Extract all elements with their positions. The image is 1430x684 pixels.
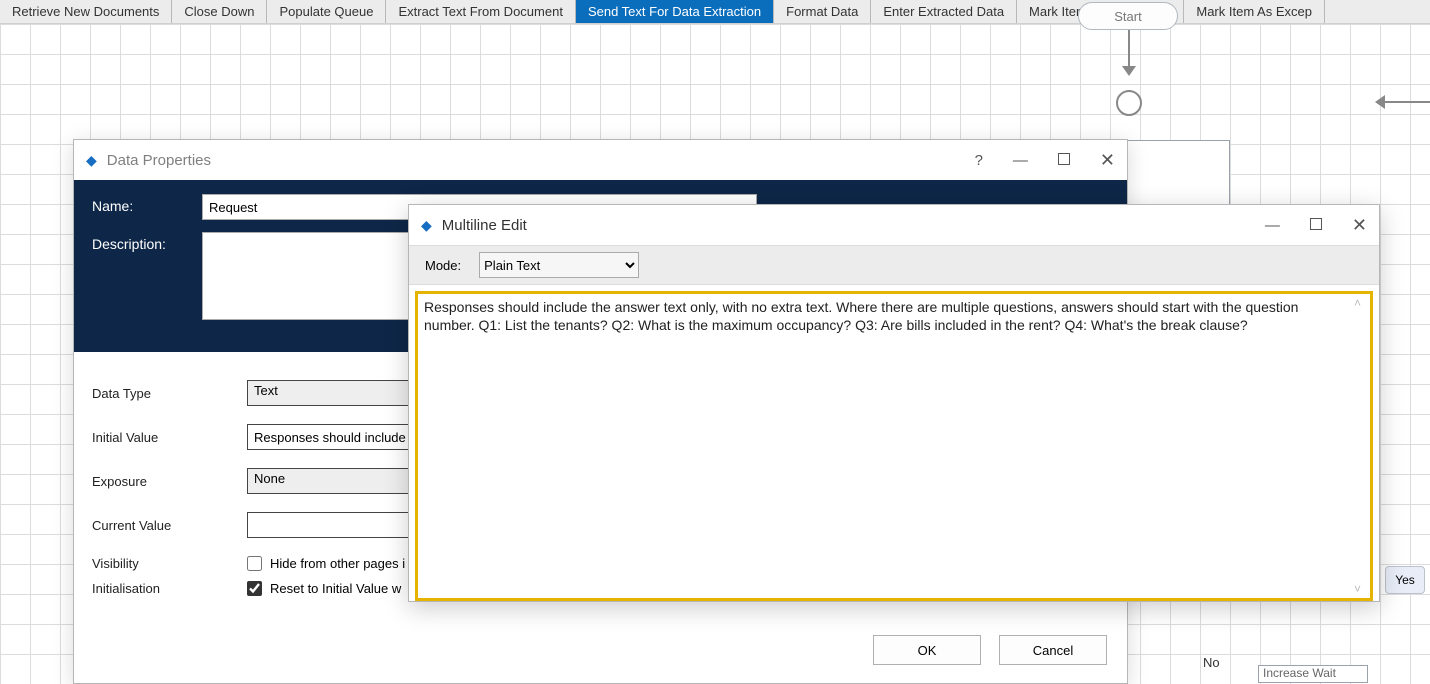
flow-yes-label[interactable]: Yes [1385, 566, 1425, 594]
tab-close-down[interactable]: Close Down [172, 0, 267, 23]
flow-connector [1128, 30, 1130, 70]
minimize-button[interactable]: — [1013, 152, 1028, 169]
tab-retrieve-new-documents[interactable]: Retrieve New Documents [0, 0, 172, 23]
app-icon: ◆ [86, 152, 97, 169]
help-button[interactable]: ? [975, 152, 983, 169]
tab-populate-queue[interactable]: Populate Queue [267, 0, 386, 23]
hide-from-other-pages-text: Hide from other pages i [270, 556, 405, 571]
initialisation-label: Initialisation [92, 581, 247, 596]
visibility-label: Visibility [92, 556, 247, 571]
exposure-label: Exposure [92, 474, 247, 489]
multiline-edit-toolbar: Mode: Plain Text [409, 245, 1379, 285]
datatype-label: Data Type [92, 386, 247, 401]
multiline-edit-area-wrapper: Responses should include the answer text… [415, 291, 1373, 601]
multiline-edit-dialog: ◆ Multiline Edit — ✕ Mode: Plain Text Re… [408, 204, 1380, 602]
close-button[interactable]: ✕ [1352, 219, 1367, 231]
mode-label: Mode: [425, 258, 461, 273]
dialog-title: Data Properties [107, 152, 211, 169]
flow-connector [1380, 101, 1430, 103]
initial-value-label: Initial Value [92, 430, 247, 445]
flow-start-node[interactable]: Start [1078, 2, 1178, 30]
description-label: Description: [92, 232, 202, 252]
tab-format-data[interactable]: Format Data [774, 0, 871, 23]
flow-increase-wait-node[interactable]: Increase Wait [1258, 665, 1368, 683]
close-button[interactable]: ✕ [1100, 154, 1115, 166]
tab-mark-item-as-exception[interactable]: Mark Item As Excep [1184, 0, 1325, 23]
maximize-button[interactable] [1310, 217, 1322, 234]
tab-enter-extracted-data[interactable]: Enter Extracted Data [871, 0, 1017, 23]
page-tab-strip: Retrieve New Documents Close Down Popula… [0, 0, 1430, 24]
flow-anchor-node[interactable] [1116, 90, 1142, 116]
tab-send-text-for-data-extraction[interactable]: Send Text For Data Extraction [576, 0, 774, 23]
flow-no-label: No [1203, 655, 1220, 670]
tab-extract-text-from-document[interactable]: Extract Text From Document [386, 0, 575, 23]
ok-button[interactable]: OK [873, 635, 981, 665]
mode-select[interactable]: Plain Text [479, 252, 639, 278]
hide-from-other-pages-checkbox[interactable] [247, 556, 262, 571]
flow-arrowhead-icon [1375, 95, 1385, 109]
maximize-button[interactable] [1058, 152, 1070, 169]
current-value-label: Current Value [92, 518, 247, 533]
multiline-text-area[interactable]: Responses should include the answer text… [418, 294, 1370, 598]
flow-arrowhead-icon [1122, 66, 1136, 76]
app-icon: ◆ [421, 217, 432, 234]
dialog-title: Multiline Edit [442, 217, 527, 234]
cancel-button[interactable]: Cancel [999, 635, 1107, 665]
reset-to-initial-value-text: Reset to Initial Value w [270, 581, 401, 596]
name-label: Name: [92, 194, 202, 214]
minimize-button[interactable]: — [1265, 217, 1280, 234]
data-properties-titlebar[interactable]: ◆ Data Properties ? — ✕ [74, 140, 1127, 180]
multiline-edit-titlebar[interactable]: ◆ Multiline Edit — ✕ [409, 205, 1379, 245]
reset-to-initial-value-checkbox[interactable] [247, 581, 262, 596]
